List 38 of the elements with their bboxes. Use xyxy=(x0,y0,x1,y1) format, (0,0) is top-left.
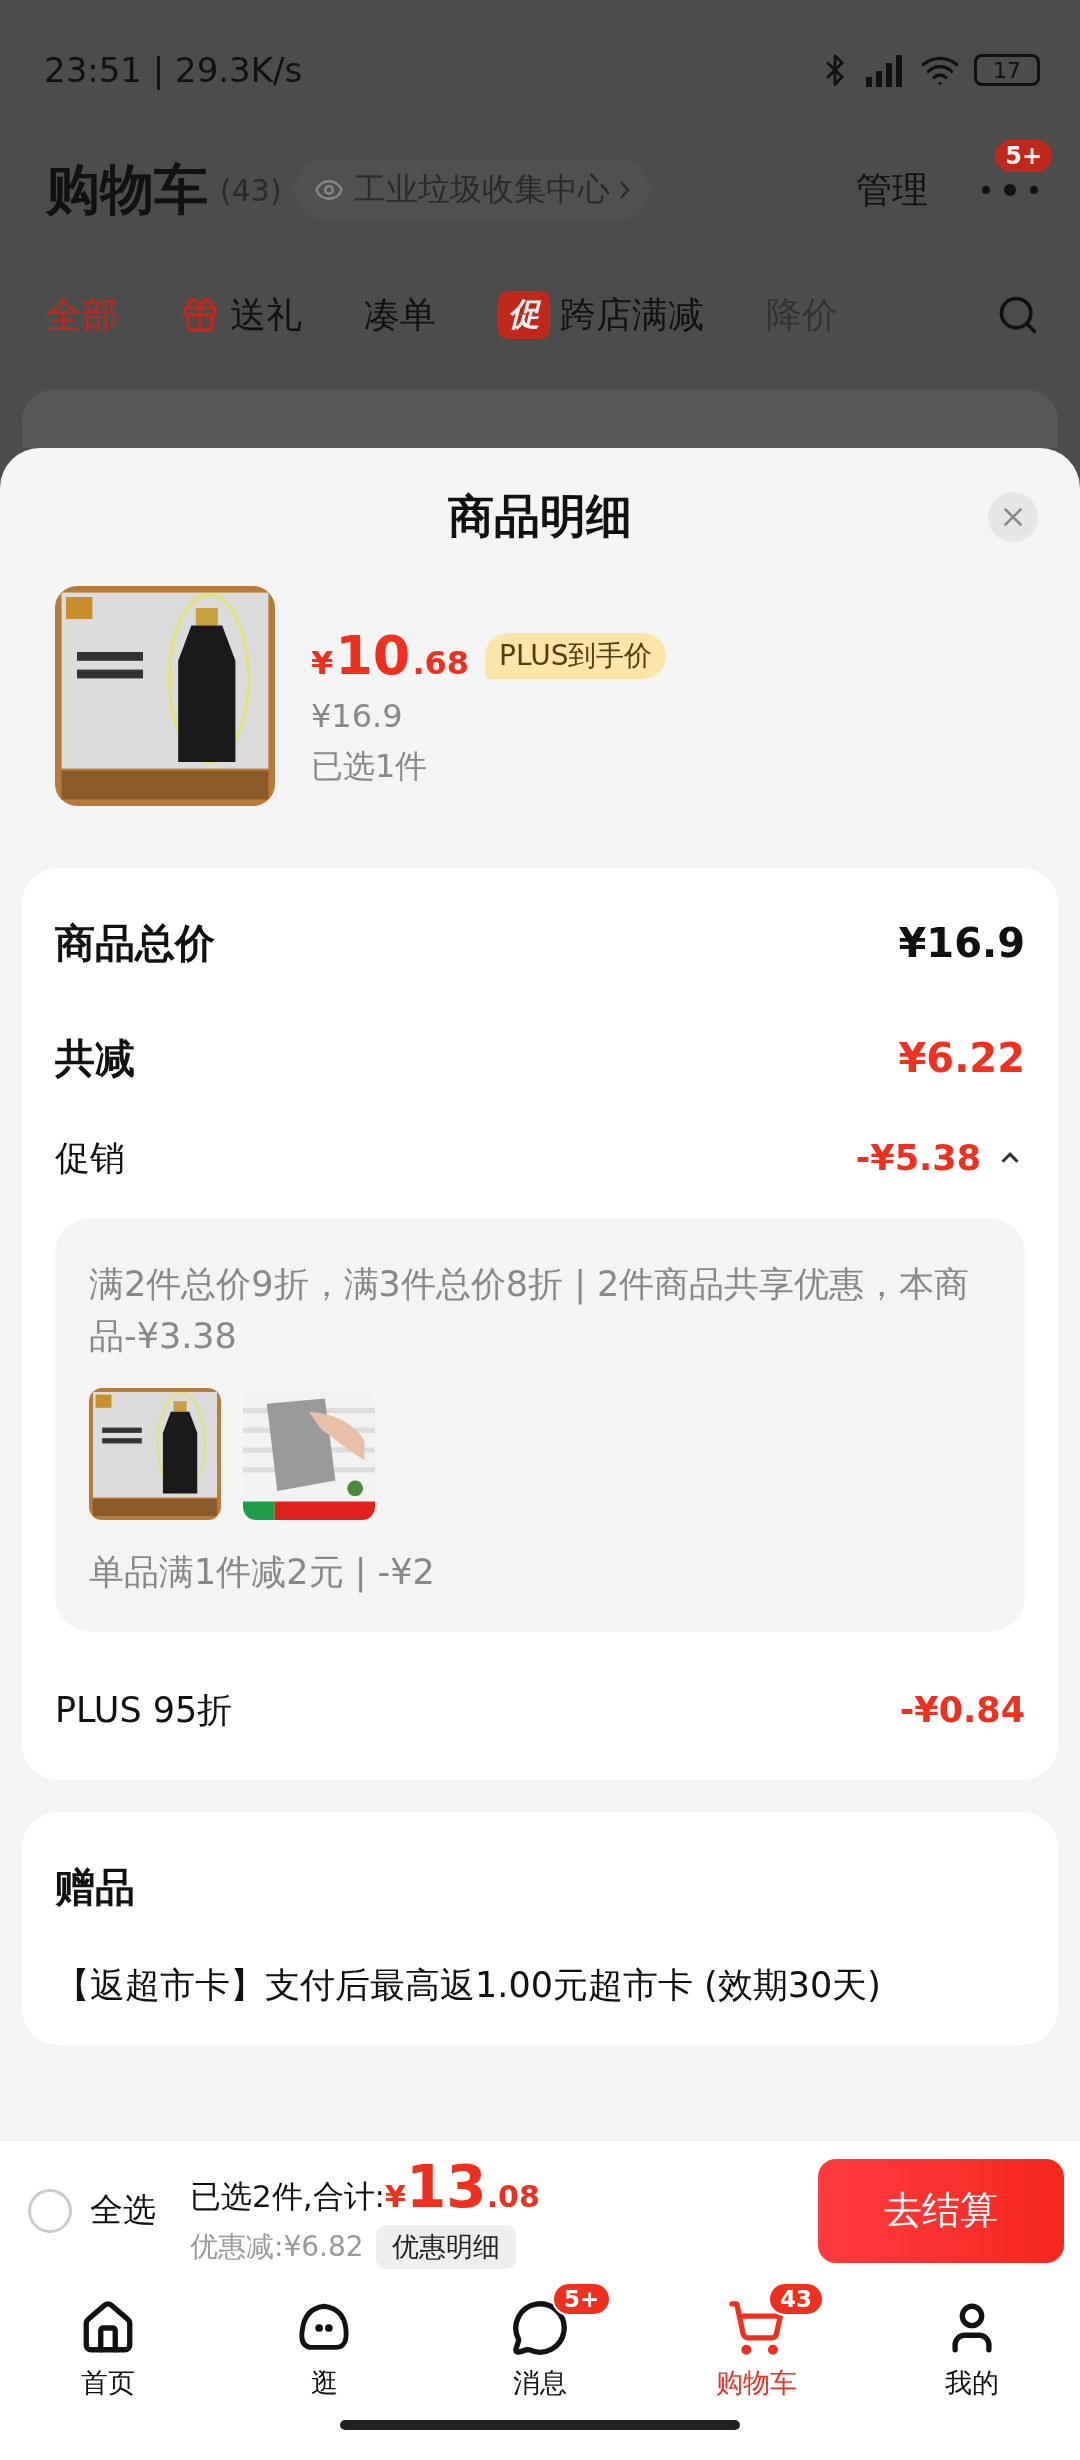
product-price: ¥10.68 PLUS到手价 xyxy=(311,624,667,687)
page-title: 购物车 xyxy=(46,156,208,223)
reduction-value: ¥6.22 xyxy=(898,1035,1025,1081)
reduction-label: 共减 xyxy=(55,1033,135,1083)
promotion-value: -¥5.38 xyxy=(855,1138,981,1178)
nav-tab[interactable]: 购物车 43 xyxy=(648,2280,864,2420)
manage-link[interactable]: 管理 xyxy=(856,165,928,215)
total-value: ¥16.9 xyxy=(898,920,1025,966)
promotion-rule: 单品满1件减2元 | -¥2 xyxy=(89,1551,436,1595)
gift-title: 赠品 xyxy=(55,1862,135,1912)
count-badge: 43 xyxy=(768,2282,824,2316)
filter-tab[interactable]: 凑单 xyxy=(364,290,436,340)
select-all-label[interactable]: 全选 xyxy=(90,2188,156,2233)
promo-tag: 促 xyxy=(498,291,550,339)
checkout-button[interactable]: 去结算 xyxy=(818,2158,1064,2263)
status-time: 23:51 | 29.3K/s xyxy=(44,50,303,90)
count-badge: 5+ xyxy=(552,2282,612,2316)
plus-price-tag: PLUS到手价 xyxy=(485,632,667,679)
gift-description: 【返超市卡】支付后最高返1.00元超市卡 (效期30天) xyxy=(55,1964,882,2007)
plus-discount-label: PLUS 95折 xyxy=(55,1688,233,1732)
sheet-title: 商品明细 xyxy=(448,488,632,545)
promotion-label: 促销 xyxy=(55,1136,125,1180)
nav-tab[interactable]: 消息 5+ xyxy=(432,2280,648,2420)
nav-tab[interactable]: 我的 xyxy=(864,2280,1080,2420)
filter-tab[interactable]: 送礼 xyxy=(180,290,302,340)
total-label: 商品总价 xyxy=(55,918,215,968)
original-price: ¥16.9 xyxy=(311,697,404,735)
total-summary: 已选2件,合计:¥13.08 xyxy=(190,2152,541,2221)
selected-count: 已选1件 xyxy=(311,746,429,787)
promotion-rule: 满2件总价9折，满3件总价8折 | 2件商品共享优惠，本商品-¥3.38 xyxy=(89,1263,971,1358)
nav-tab[interactable]: 逛 xyxy=(216,2280,432,2420)
plus-discount-value: -¥0.84 xyxy=(899,1690,1025,1730)
filter-tab[interactable]: 促 跨店满减 xyxy=(498,290,704,340)
battery-icon: 17 xyxy=(974,54,1040,86)
nav-tab[interactable]: 首页 xyxy=(0,2280,216,2420)
discount-text: 优惠减:¥6.82 xyxy=(190,2228,364,2265)
discount-detail-button[interactable]: 优惠明细 xyxy=(375,2224,516,2269)
notification-badge: 5+ xyxy=(995,140,1052,172)
